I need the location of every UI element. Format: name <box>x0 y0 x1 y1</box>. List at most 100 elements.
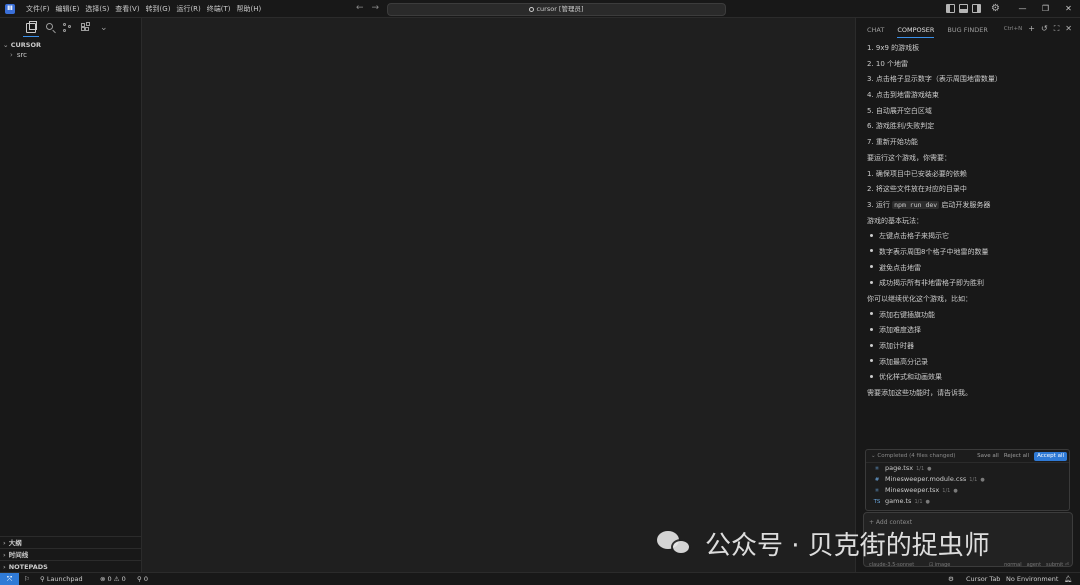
menu-file[interactable]: 文件(F) <box>23 0 53 18</box>
toggle-panel-icon[interactable] <box>959 4 968 13</box>
status-bar: ⤧ ⚐ ⚲ Launchpad ⊗ 0 ⚠ 0 ⚲ 0 ⚙ Cursor Tab… <box>0 572 1080 585</box>
tree-folder-src[interactable]: › src <box>0 49 141 61</box>
launchpad-item[interactable]: ⚲ Launchpad <box>40 573 83 585</box>
bullet-dot-icon <box>870 374 873 378</box>
source-control-icon[interactable] <box>63 23 71 33</box>
modified-dot-icon: ● <box>927 466 932 472</box>
menu-selection[interactable]: 选择(S) <box>82 0 112 18</box>
file-version: 1/1 <box>969 477 978 483</box>
section-timeline[interactable]: › 时间线 <box>0 548 141 560</box>
changes-header-label: Completed (4 files changed) <box>877 453 956 459</box>
modified-dot-icon: ● <box>925 499 930 505</box>
message-line: 要运行这个游戏，你需要： <box>867 153 951 162</box>
ports-item[interactable]: ⚲ 0 <box>137 573 148 585</box>
image-button[interactable]: ⊡ image <box>929 562 950 568</box>
menu-help[interactable]: 帮助(H) <box>234 0 265 18</box>
explorer-files-icon[interactable] <box>23 21 39 37</box>
typescript-file-icon: TS <box>873 499 881 505</box>
extensions-icon[interactable] <box>81 22 90 32</box>
model-selector[interactable]: claude-3.5-sonnet <box>869 562 914 568</box>
chevron-right-icon: › <box>10 51 13 59</box>
search-icon[interactable] <box>46 23 53 30</box>
bullet-dot-icon <box>870 327 873 331</box>
menu-go[interactable]: 转到(G) <box>143 0 174 18</box>
submit-button[interactable]: submit ⏎ <box>1046 562 1069 568</box>
bullet-item: 添加难度选择 <box>867 323 1075 339</box>
chevron-down-icon[interactable]: ⌄ <box>100 23 110 33</box>
environment-item[interactable]: No Environment <box>1006 573 1058 585</box>
bullet-dot-icon <box>870 359 873 363</box>
inline-code: npm run dev <box>892 200 940 209</box>
cursor-tab-icon: ⚙ <box>948 575 954 583</box>
section-outline[interactable]: › 大纲 <box>0 536 141 548</box>
restore-icon[interactable]: ❐ <box>1034 0 1057 18</box>
message-line: 5. 自动展开空白区域 <box>867 106 932 115</box>
tab-bug-finder[interactable]: BUG FINDER <box>947 26 987 38</box>
command-center[interactable]: cursor [管理员] <box>387 3 726 16</box>
expand-icon[interactable]: ⛶ <box>1054 24 1060 34</box>
title-bar: Ⅲ 文件(F) 编辑(E) 选择(S) 查看(V) 转到(G) 运行(R) 终端… <box>0 0 1080 18</box>
chevron-right-icon: › <box>3 551 6 559</box>
new-shortcut-hint: Ctrl+N <box>1003 26 1023 32</box>
message-line: 你可以继续优化这个游戏，比如： <box>867 295 972 303</box>
gear-icon[interactable]: ⚙ <box>991 3 1000 15</box>
menu-run[interactable]: 运行(R) <box>173 0 203 18</box>
rocket-icon: ⚲ <box>40 575 47 583</box>
bullet-item: 添加右键插旗功能 <box>867 308 1075 324</box>
plus-icon[interactable]: + <box>1028 24 1035 34</box>
launchpad-label: Launchpad <box>46 575 83 583</box>
tab-chat[interactable]: CHAT <box>867 26 884 38</box>
section-label: 大纲 <box>8 539 22 547</box>
history-icon[interactable]: ↺ <box>1041 24 1048 34</box>
toggle-primary-sidebar-icon[interactable] <box>946 4 955 13</box>
mode-normal-button[interactable]: normal <box>1004 562 1022 568</box>
close-icon[interactable]: ✕ <box>1057 0 1080 18</box>
close-icon[interactable]: ✕ <box>1065 24 1072 34</box>
message-line: 3. 运行 npm run dev 启动开发服务器 <box>867 198 1075 214</box>
back-arrow-icon[interactable]: ← <box>356 3 364 13</box>
chevron-right-icon: › <box>3 539 6 547</box>
bullet-text: 添加计时器 <box>879 342 914 351</box>
message-line: 2. 10 个地雷 <box>867 59 909 68</box>
bullet-dot-icon <box>870 343 873 347</box>
changed-file-row[interactable]: # Minesweeper.module.css 1/1 ● <box>866 474 1069 485</box>
menu-view[interactable]: 查看(V) <box>112 0 142 18</box>
cursor-tab-item[interactable]: Cursor Tab <box>966 573 1000 585</box>
menu-terminal[interactable]: 终端(T) <box>204 0 234 18</box>
save-all-button[interactable]: Save all <box>977 452 999 461</box>
editor-area[interactable] <box>143 18 854 572</box>
bullet-text: 成功揭示所有非地雷格子即为胜利 <box>879 279 984 288</box>
changed-file-row[interactable]: ⚛ Minesweeper.tsx 1/1 ● <box>866 485 1069 496</box>
accept-all-button[interactable]: Accept all <box>1034 452 1067 461</box>
minimize-icon[interactable]: — <box>1011 0 1034 18</box>
panel-tabs: CHAT COMPOSER BUG FINDER <box>867 26 988 38</box>
changes-summary: ⌄ Completed (4 files changed) Save all R… <box>865 449 1070 511</box>
forward-arrow-icon[interactable]: → <box>372 3 380 13</box>
problems-item[interactable]: ⊗ 0 ⚠ 0 <box>100 573 126 585</box>
section-notepads[interactable]: › NOTEPADS <box>0 560 141 572</box>
sidebar: ⌄ ⌄ CURSOR › src › 大纲 › 时间线 › NOTEPADS <box>0 18 142 572</box>
changed-file-row[interactable]: ⚛ page.tsx 1/1 ● <box>866 463 1069 474</box>
tab-composer[interactable]: COMPOSER <box>897 26 935 38</box>
bullet-item: 左键点击格子来揭示它 <box>867 229 1075 245</box>
bullet-dot-icon <box>870 312 873 316</box>
bell-icon[interactable]: 🔔︎ <box>1064 573 1072 585</box>
file-version: 1/1 <box>914 499 923 505</box>
mode-agent-button[interactable]: agent <box>1027 562 1041 568</box>
message-line: 需要添加这些功能时，请告诉我。 <box>867 389 972 398</box>
menu-edit[interactable]: 编辑(E) <box>53 0 83 18</box>
bullet-dot-icon <box>870 249 873 253</box>
debug-icon[interactable]: ⚐ <box>24 573 30 585</box>
line-text: 启动开发服务器 <box>939 200 991 209</box>
message-line: 6. 游戏胜利/失败判定 <box>867 122 935 131</box>
remote-indicator-icon[interactable]: ⤧ <box>0 573 19 585</box>
chevron-down-icon: ⌄ <box>3 41 9 49</box>
changes-header[interactable]: ⌄ Completed (4 files changed) Save all R… <box>866 450 1069 463</box>
sidebar-bottom-sections: › 大纲 › 时间线 › NOTEPADS <box>0 536 141 572</box>
changed-file-row[interactable]: TS game.ts 1/1 ● <box>866 496 1069 507</box>
bullet-dot-icon <box>870 233 873 237</box>
message-line: 1. 9x9 的游戏板 <box>867 44 920 52</box>
reject-all-button[interactable]: Reject all <box>1004 452 1029 461</box>
toggle-secondary-sidebar-icon[interactable] <box>972 4 981 13</box>
explorer-root[interactable]: ⌄ CURSOR <box>0 38 141 49</box>
